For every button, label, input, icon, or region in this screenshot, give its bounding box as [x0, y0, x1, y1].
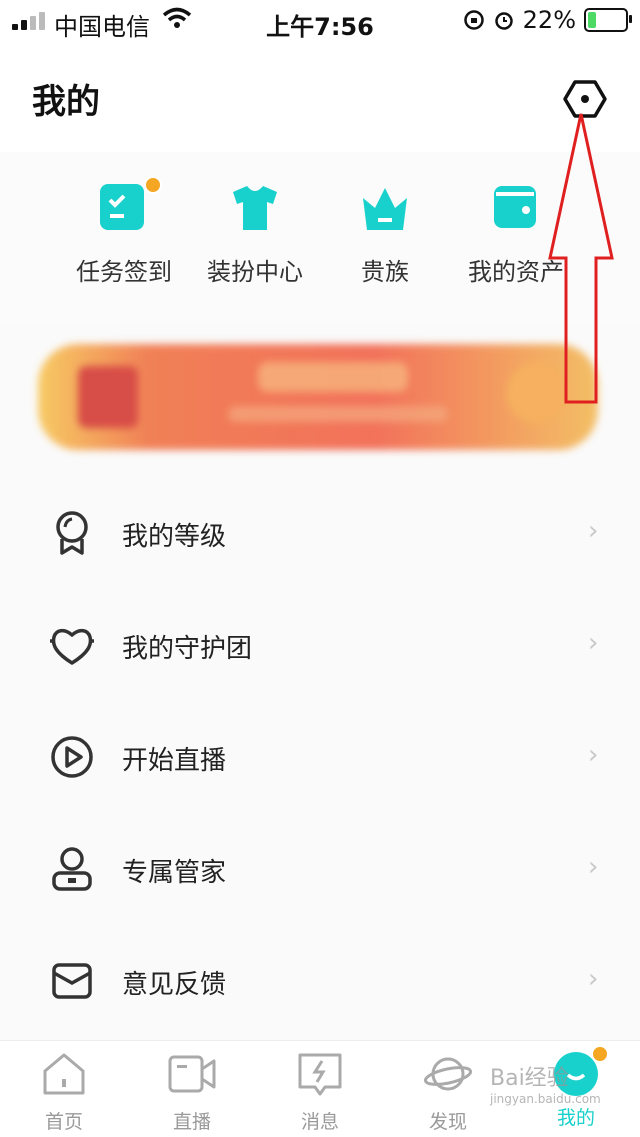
menu-item-label: 我的守护团: [122, 634, 253, 664]
quick-item-dressup[interactable]: 装扮中心: [190, 182, 320, 287]
page-header: 我的: [0, 42, 640, 152]
promo-banner[interactable]: [38, 344, 598, 450]
notification-dot: [144, 176, 162, 194]
menu-list: 我的等级 › 我的守护团 › 开始直播 › 专属管家 › 意见反馈 ›: [0, 476, 640, 1036]
battery-percent: 22%: [522, 6, 576, 34]
menu-item-go-live[interactable]: 开始直播 ›: [0, 700, 640, 812]
menu-item-label: 专属管家: [122, 858, 227, 888]
menu-item-label: 我的等级: [122, 522, 227, 552]
play-circle-icon: [51, 736, 93, 778]
medal-icon: [56, 511, 88, 555]
quick-item-label: 任务签到: [76, 258, 172, 286]
menu-item-level[interactable]: 我的等级 ›: [0, 476, 640, 588]
alarm-icon: [494, 12, 513, 30]
planet-icon: [423, 1057, 473, 1091]
chevron-right-icon: ›: [588, 516, 599, 546]
quick-item-noble[interactable]: 贵族: [320, 182, 450, 287]
menu-item-guard[interactable]: 我的守护团 ›: [0, 588, 640, 700]
chevron-right-icon: ›: [588, 628, 599, 658]
video-camera-icon: [168, 1055, 216, 1093]
tab-home[interactable]: 首页: [14, 1049, 114, 1134]
page-title: 我的: [32, 82, 100, 122]
chevron-right-icon: ›: [588, 852, 599, 882]
chevron-right-icon: ›: [588, 964, 599, 994]
tab-label: 直播: [172, 1111, 211, 1133]
tab-label: 消息: [300, 1111, 339, 1133]
watermark-text: Bai经验: [490, 1066, 569, 1091]
tab-live[interactable]: 直播: [142, 1049, 242, 1134]
watermark-sub: jingyan.baidu.com: [490, 1092, 601, 1106]
butler-icon: [52, 847, 92, 891]
tab-label: 发现: [428, 1111, 467, 1133]
heart-shield-icon: [50, 628, 94, 665]
tshirt-icon: [229, 182, 281, 234]
chevron-right-icon: ›: [588, 740, 599, 770]
tab-discover[interactable]: 发现: [398, 1049, 498, 1134]
menu-item-butler[interactable]: 专属管家 ›: [0, 812, 640, 924]
rotation-lock-icon: [463, 10, 484, 30]
watermark: Bai经验 jingyan.baidu.com: [490, 1060, 601, 1106]
task-checkin-icon: [98, 176, 162, 234]
home-icon: [43, 1053, 85, 1095]
menu-item-label: 开始直播: [122, 746, 227, 776]
crown-icon: [359, 182, 411, 234]
annotation-arrow: [548, 113, 614, 404]
menu-item-feedback[interactable]: 意见反馈 ›: [0, 924, 640, 1036]
status-bar: 中国电信 上午7:56 22%: [0, 0, 640, 42]
quick-item-label: 贵族: [361, 258, 409, 286]
menu-item-label: 意见反馈: [122, 970, 227, 1000]
wallet-icon: [490, 182, 542, 234]
tab-messages[interactable]: 消息: [270, 1049, 370, 1134]
feedback-mail-icon: [52, 963, 92, 999]
message-icon: [298, 1053, 342, 1096]
tab-label: 首页: [44, 1111, 83, 1133]
tab-label: 我的: [556, 1107, 595, 1129]
battery-icon: [584, 8, 632, 32]
quick-item-label: 装扮中心: [207, 258, 303, 286]
quick-item-task-checkin[interactable]: 任务签到: [59, 176, 189, 287]
quick-actions: 任务签到 装扮中心 贵族 我的资产: [0, 152, 640, 322]
